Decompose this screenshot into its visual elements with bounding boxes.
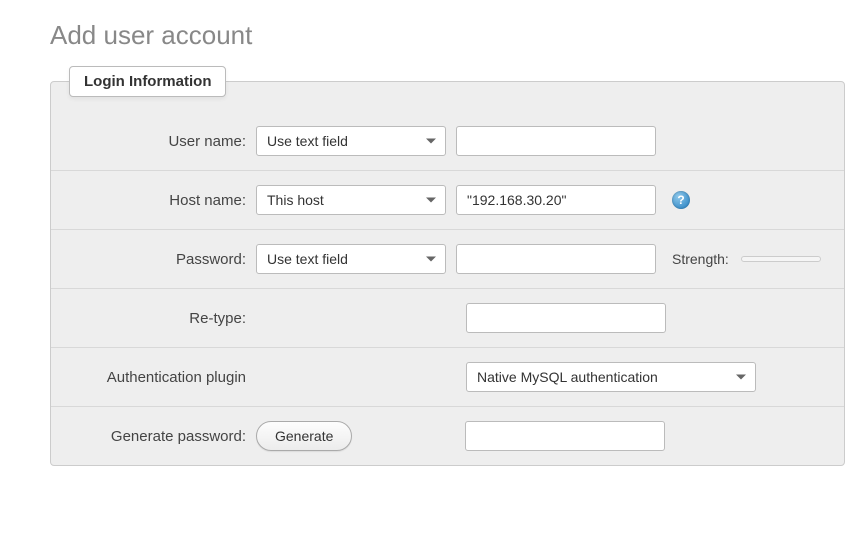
password-mode-select-wrap: Use text field (256, 244, 446, 274)
hostname-input[interactable] (456, 185, 656, 215)
label-hostname: Host name: (71, 192, 246, 209)
row-username: User name: Use text field (51, 112, 844, 171)
password-mode-select[interactable]: Use text field (256, 244, 446, 274)
auth-plugin-select-wrap: Native MySQL authentication (466, 362, 756, 392)
label-password: Password: (71, 251, 246, 268)
hostname-mode-select-wrap: This host (256, 185, 446, 215)
label-username: User name: (71, 133, 246, 150)
page-title: Add user account (50, 20, 845, 51)
strength-label: Strength: (672, 251, 729, 267)
row-generate-password: Generate password: Generate (51, 407, 844, 465)
username-mode-select-wrap: Use text field (256, 126, 446, 156)
auth-plugin-select[interactable]: Native MySQL authentication (466, 362, 756, 392)
row-retype: Re-type: (51, 289, 844, 348)
username-mode-select[interactable]: Use text field (256, 126, 446, 156)
hostname-mode-select[interactable]: This host (256, 185, 446, 215)
strength-meter (741, 256, 821, 262)
fieldset-legend: Login Information (69, 66, 226, 97)
label-auth-plugin: Authentication plugin (71, 369, 246, 386)
row-auth-plugin: Authentication plugin Native MySQL authe… (51, 348, 844, 407)
row-password: Password: Use text field Strength: (51, 230, 844, 289)
login-information-fieldset: Login Information User name: Use text fi… (50, 81, 845, 466)
generated-password-input[interactable] (465, 421, 665, 451)
row-hostname: Host name: This host (51, 171, 844, 230)
label-generate-password: Generate password: (71, 428, 246, 445)
username-input[interactable] (456, 126, 656, 156)
help-icon[interactable] (672, 191, 690, 209)
retype-input[interactable] (466, 303, 666, 333)
password-input[interactable] (456, 244, 656, 274)
label-retype: Re-type: (71, 310, 246, 327)
generate-button[interactable]: Generate (256, 421, 352, 451)
